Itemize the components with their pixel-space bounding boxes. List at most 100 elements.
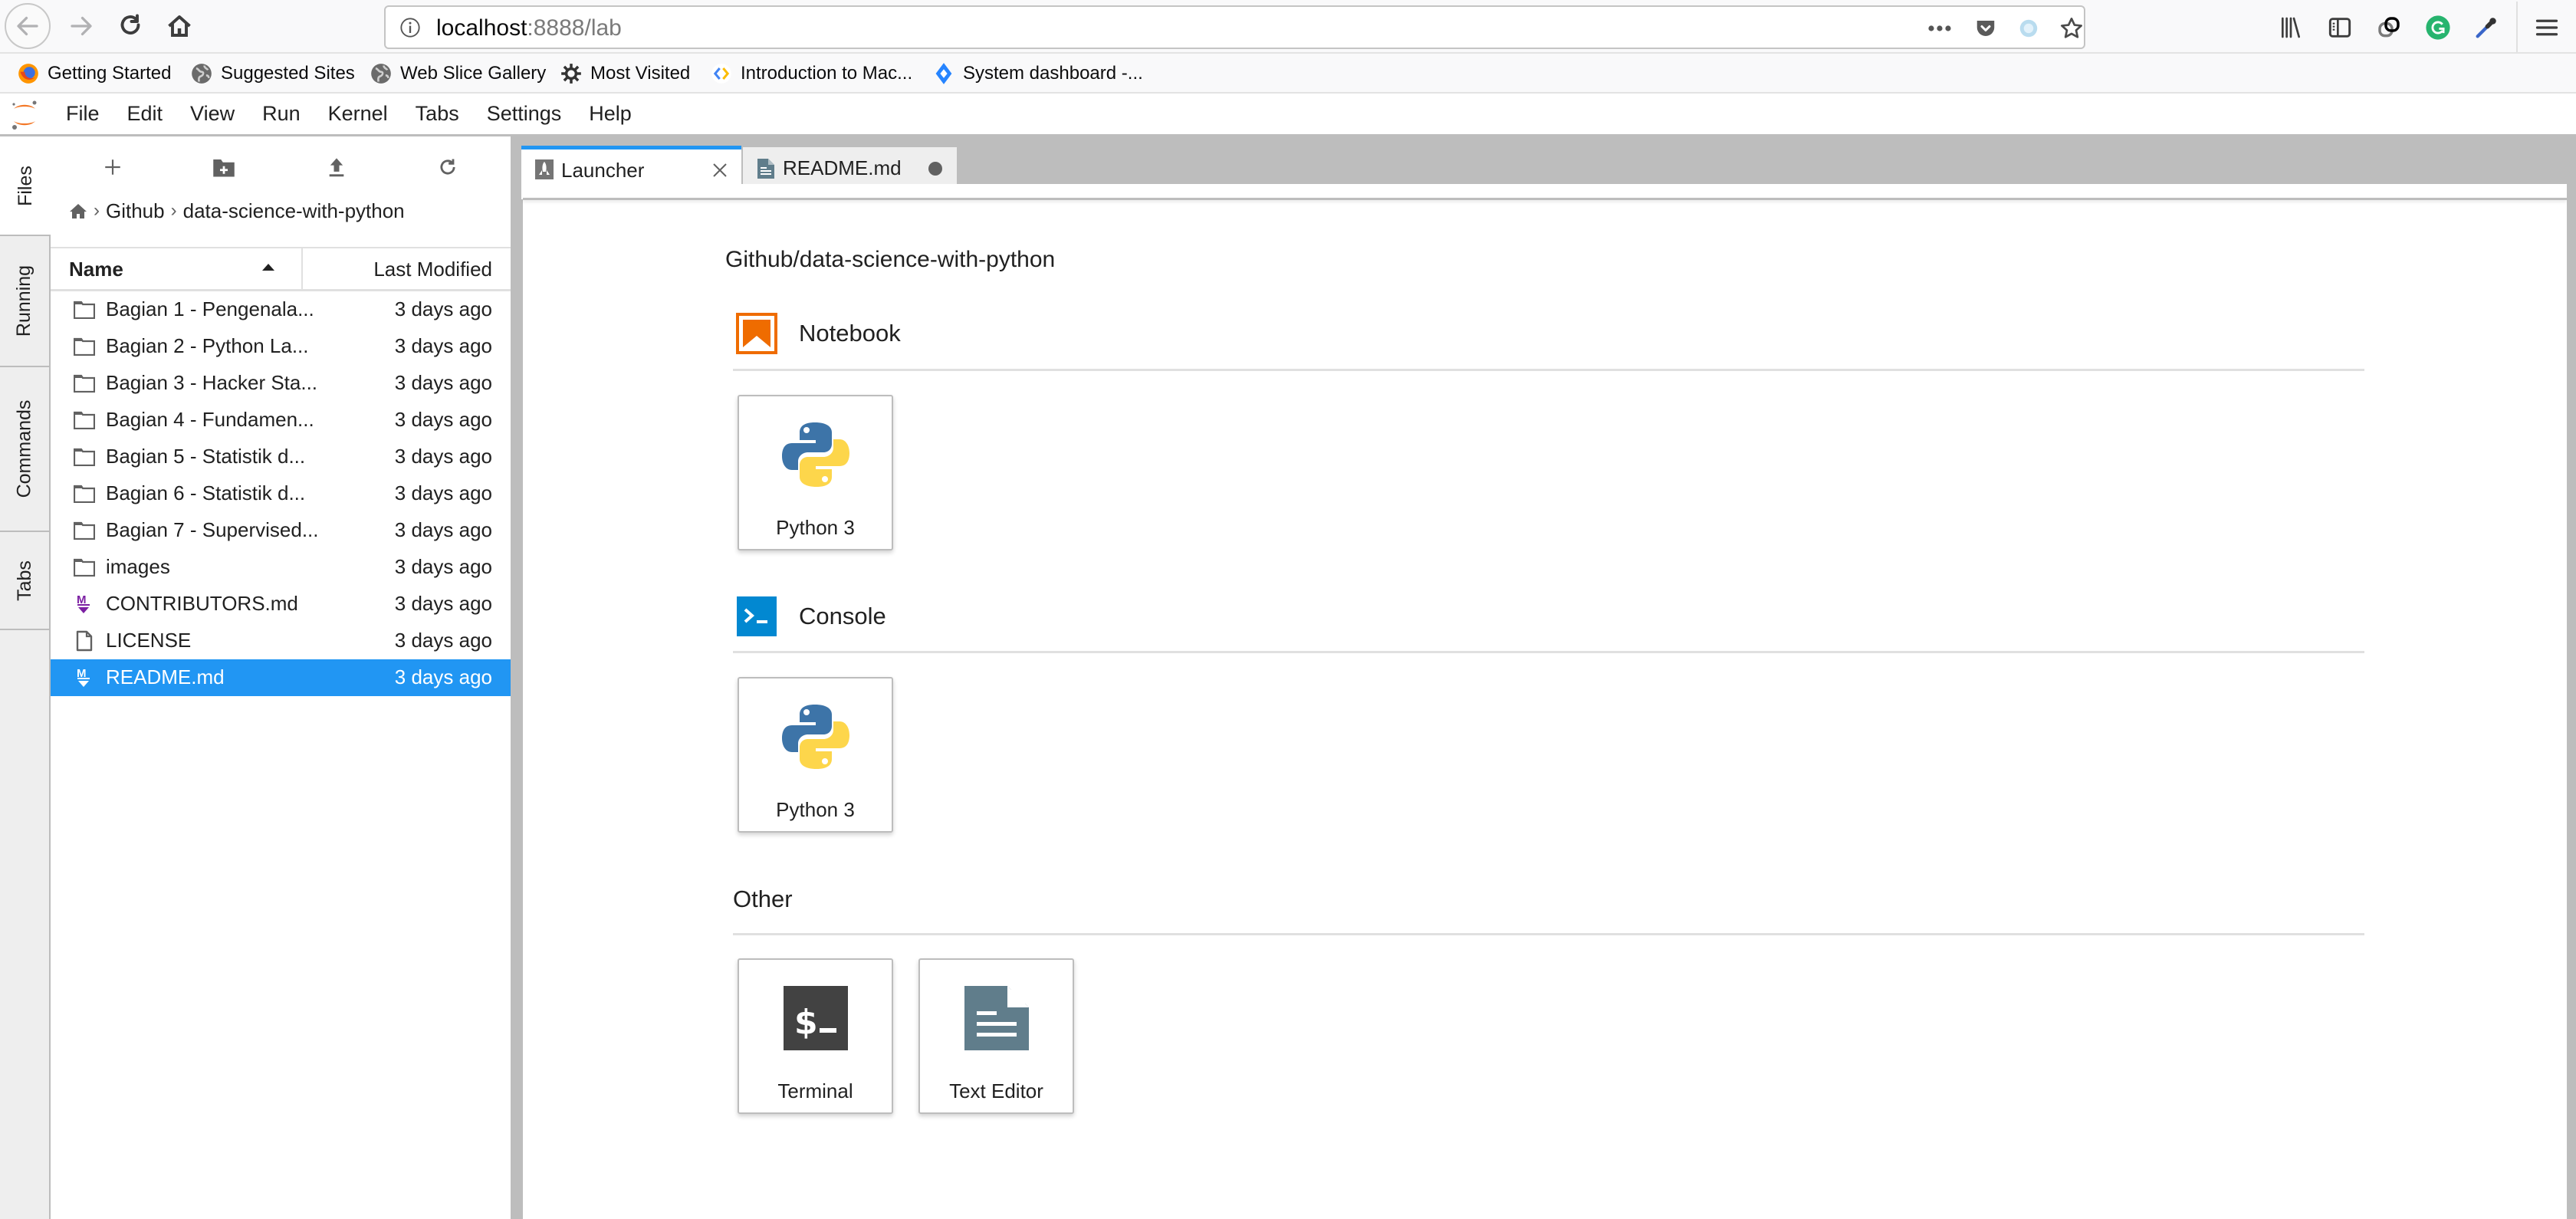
file-name: Bagian 1 - Pengenala... (106, 297, 314, 320)
refresh-button[interactable] (431, 150, 465, 184)
bookmark-getting-started[interactable]: Getting Started (17, 61, 171, 86)
reload-icon (120, 14, 140, 34)
launcher-card-text-editor[interactable]: Text Editor (918, 958, 1074, 1114)
globe-icon (371, 64, 391, 84)
grammarly-button[interactable] (2424, 14, 2452, 41)
sidebar-button[interactable] (2326, 14, 2354, 41)
google-dev-icon (711, 64, 731, 84)
reload-button[interactable] (107, 3, 153, 49)
new-folder-button[interactable] (207, 150, 241, 184)
main-menu: File Edit View Run Kernel Tabs Settings … (66, 94, 659, 134)
panel-splitter[interactable] (511, 136, 523, 1219)
file-list-item[interactable]: Bagian 2 - Python La... 3 days ago (51, 328, 511, 365)
file-list-item[interactable]: Bagian 6 - Statistik d... 3 days ago (51, 475, 511, 512)
tab-label: Launcher (561, 159, 645, 182)
console-icon (736, 596, 777, 637)
section-divider (733, 369, 2364, 371)
left-sidebar-tabs: Files Running Commands Tabs (0, 136, 51, 1219)
home-button[interactable] (156, 3, 202, 49)
menu-edit[interactable]: Edit (127, 102, 163, 126)
side-tab-files[interactable]: Files (0, 136, 51, 236)
section-notebook: Notebook (736, 313, 901, 354)
refresh-icon (440, 159, 455, 175)
bookmark-introduction[interactable]: Introduction to Mac... (710, 61, 912, 86)
breadcrumb-current[interactable]: data-science-with-python (183, 199, 405, 223)
bookmarks-bar: Getting Started Suggested Sites Web Slic… (0, 52, 2576, 94)
site-info-icon[interactable] (399, 17, 421, 38)
file-list-item[interactable]: M CONTRIBUTORS.md 3 days ago (51, 586, 511, 623)
column-last-modified[interactable]: Last Modified (373, 258, 492, 281)
url-text[interactable]: localhost:8888/lab (436, 15, 622, 42)
extension-button[interactable] (2016, 15, 2042, 41)
section-divider (733, 933, 2364, 935)
back-button[interactable] (5, 3, 51, 49)
tab-label: README.md (783, 156, 902, 179)
firefox-icon (18, 64, 38, 84)
section-title: Other (733, 886, 793, 912)
launcher-card-terminal[interactable]: $ Terminal (738, 958, 893, 1114)
unsaved-dot-icon[interactable] (925, 158, 946, 179)
menu-help[interactable]: Help (589, 102, 632, 126)
toolbar-separator (2516, 2, 2518, 54)
library-icon (2282, 17, 2300, 38)
menu-kernel[interactable]: Kernel (328, 102, 388, 126)
breadcrumb: › Github › data-science-with-python (69, 198, 405, 224)
folder-icon (74, 299, 95, 320)
new-launcher-button[interactable] (96, 150, 130, 184)
forward-button[interactable] (58, 3, 104, 49)
menu-tabs[interactable]: Tabs (416, 102, 459, 126)
extension-icon (2019, 19, 2038, 38)
file-list: Bagian 1 - Pengenala... 3 days ago Bagian … (51, 291, 511, 696)
file-list-item[interactable]: Bagian 7 - Supervised... 3 days ago (51, 512, 511, 549)
file-list-item[interactable]: images 3 days ago (51, 549, 511, 586)
new-launcher-icon (105, 159, 120, 175)
pocket-icon (1976, 21, 1995, 36)
bookmark-most-visited[interactable]: Most Visited (560, 61, 690, 86)
launcher-card-console-python3[interactable]: Python 3 (738, 677, 893, 833)
menu-view[interactable]: View (190, 102, 235, 126)
close-icon[interactable] (709, 159, 731, 181)
forward-icon (71, 16, 92, 36)
main-dock-area: Launcher README.md Github/data-science-w… (521, 136, 2576, 1219)
file-list-item[interactable]: LICENSE 3 days ago (51, 623, 511, 659)
breadcrumb-github[interactable]: Github (106, 199, 165, 223)
bookmark-star-button[interactable] (2058, 15, 2085, 41)
eyedropper-button[interactable] (2472, 14, 2500, 41)
bookmark-star-icon (2061, 18, 2082, 38)
sidebar-icon (2328, 18, 2351, 38)
file-name: Bagian 6 - Statistik d... (106, 481, 306, 504)
page-actions-icon (1928, 25, 1951, 31)
menu-run[interactable]: Run (262, 102, 301, 126)
column-name[interactable]: Name (69, 258, 123, 281)
dock-right-border (2567, 184, 2576, 1219)
upload-button[interactable] (320, 150, 353, 184)
side-tab-label: Running (13, 264, 35, 337)
url-host: localhost (436, 15, 527, 41)
open-menu-button[interactable] (2533, 14, 2561, 41)
file-list-item[interactable]: M README.md 3 days ago (51, 659, 511, 696)
bookmark-system-dashboard[interactable]: System dashboard -... (932, 61, 1143, 86)
url-path: :8888/lab (527, 15, 622, 41)
pocket-button[interactable] (1973, 15, 1999, 41)
menu-file[interactable]: File (66, 102, 100, 126)
side-tab-tabs[interactable]: Tabs (0, 532, 49, 630)
home-folder-icon[interactable] (69, 202, 87, 219)
library-button[interactable] (2277, 14, 2305, 41)
menu-settings[interactable]: Settings (487, 102, 562, 126)
file-list-item[interactable]: Bagian 5 - Statistik d... 3 days ago (51, 439, 511, 475)
bookmark-label: Introduction to Mac... (741, 63, 913, 84)
side-tab-commands[interactable]: Commands (0, 367, 49, 532)
launcher-card-notebook-python3[interactable]: Python 3 (738, 395, 893, 550)
bookmark-suggested-sites[interactable]: Suggested Sites (190, 61, 355, 86)
side-tab-running[interactable]: Running (0, 236, 49, 367)
file-list-item[interactable]: Bagian 1 - Pengenala... 3 days ago (51, 291, 511, 328)
text-editor-icon (960, 981, 1033, 1055)
folder-icon (74, 409, 95, 431)
extension-link-button[interactable] (2375, 14, 2403, 41)
bookmark-web-slice-gallery[interactable]: Web Slice Gallery (370, 61, 546, 86)
file-modified: 3 days ago (394, 297, 492, 320)
file-list-item[interactable]: Bagian 3 - Hacker Sta... 3 days ago (51, 365, 511, 402)
page-actions-button[interactable] (1927, 15, 1953, 41)
file-list-item[interactable]: Bagian 4 - Fundamen... 3 days ago (51, 402, 511, 439)
url-bar[interactable]: localhost:8888/lab (384, 5, 2085, 49)
